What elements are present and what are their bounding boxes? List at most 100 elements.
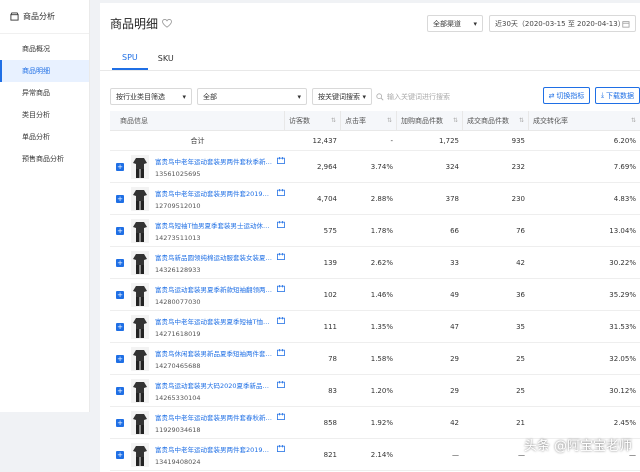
product-id: 14270465688 (155, 361, 201, 370)
sidebar-item-abnormal[interactable]: 异常商品 (0, 82, 89, 104)
date-range-picker[interactable]: 近30天（2020-03-15 至 2020-04-13） (489, 15, 636, 32)
sort-icon[interactable]: ⇅ (631, 117, 636, 124)
sidebar-item-category[interactable]: 类目分析 (0, 104, 89, 126)
cell-click-rate: 1.20% (370, 386, 393, 395)
channel-select[interactable]: 全部渠道 ▾ (427, 15, 483, 32)
switch-metrics-button[interactable]: ⇄ 切换指标 (543, 87, 590, 104)
product-thumbnail[interactable] (130, 442, 150, 467)
detail-icon[interactable] (277, 285, 285, 292)
product-thumbnail[interactable] (130, 186, 150, 211)
download-button[interactable]: ⤓ 下载数据 (595, 87, 640, 104)
product-info: 富贵鸟休闲套装男新品夏季短袖两件套运… 14270465688 (155, 348, 285, 370)
sidebar-item-label: 预售商品分析 (22, 155, 64, 163)
detail-icon[interactable] (277, 445, 285, 452)
table-row: + 富贵鸟运动套装男夏季新款短袖翻领两件… 14280077030 102 1.… (110, 279, 640, 311)
sidebar-item-single[interactable]: 单品分析 (0, 126, 89, 148)
cell-conversion: 31.53% (609, 322, 636, 331)
product-name-link[interactable]: 富贵鸟休闲套装男新品夏季短袖两件套运… (155, 348, 275, 358)
product-cell: + 富贵鸟休闲套装男新品夏季短袖两件套运… 14270465688 (110, 343, 285, 374)
product-thumbnail[interactable] (130, 250, 150, 275)
sort-icon[interactable]: ⇅ (519, 117, 524, 124)
product-name-link[interactable]: 富贵鸟中老年运动套装男两件套2019春秋… (155, 188, 275, 198)
expand-icon[interactable]: + (116, 418, 124, 427)
sidebar-item-label: 单品分析 (22, 133, 50, 141)
product-name-link[interactable]: 富贵鸟运动套装男夏季新款短袖翻领两件… (155, 284, 275, 294)
cell-cart-items: 49 (450, 290, 459, 299)
heart-icon[interactable] (162, 18, 172, 28)
detail-icon[interactable] (277, 157, 285, 164)
detail-icon[interactable] (277, 189, 285, 196)
sort-icon[interactable]: ⇅ (331, 117, 336, 124)
title-row: 商品明细 全部渠道 ▾ 近30天（2020-03-15 至 2020-04-13… (100, 3, 640, 43)
total-visitors: 12,437 (312, 136, 338, 145)
expand-icon[interactable]: + (116, 386, 124, 395)
tab-spu[interactable]: SPU (112, 53, 148, 70)
cell-visitors: 2,964 (316, 162, 337, 171)
sort-icon[interactable]: ⇅ (387, 117, 392, 124)
product-name-link[interactable]: 富贵鸟中老年运动套装男两件套2019秋冬… (155, 444, 275, 454)
product-name-link[interactable]: 富贵鸟短袖T恤男夏季套装男士运动休闲… (155, 220, 275, 230)
detail-icon[interactable] (277, 317, 285, 324)
product-name-link[interactable]: 富贵鸟中老年运动套装男两件套秋季新品… (155, 156, 275, 166)
product-name-link[interactable]: 富贵鸟中老年运动套装男两件套春秋新品… (155, 412, 275, 422)
table-row: + 富贵鸟休闲套装男新品夏季短袖两件套运… 14270465688 78 1.5… (110, 343, 640, 375)
product-name-link[interactable]: 富贵鸟运动套装男大码2020夏季新品短袖… (155, 380, 275, 390)
sidebar-item-overview[interactable]: 商品概况 (0, 38, 89, 60)
expand-icon[interactable]: + (116, 450, 124, 459)
total-deal-items: 935 (511, 136, 525, 145)
product-info: 富贵鸟运动套装男大码2020夏季新品短袖… 14265330104 (155, 380, 285, 402)
product-thumbnail[interactable] (130, 218, 150, 243)
expand-icon[interactable]: + (116, 194, 124, 203)
col-click-rate[interactable]: 点击率 ⇅ (341, 110, 397, 131)
cell-click-rate: 3.74% (370, 162, 393, 171)
expand-icon[interactable]: + (116, 258, 124, 267)
detail-icon[interactable] (277, 349, 285, 356)
sidebar-item-presale[interactable]: 预售商品分析 (0, 148, 89, 170)
col-conversion[interactable]: 成交转化率 ⇅ (529, 111, 640, 131)
cell-deal-items: — (518, 450, 525, 459)
cell-visitors: 139 (323, 258, 337, 267)
product-id: 14271618019 (155, 329, 201, 338)
sidebar-item-detail[interactable]: 商品明细 (0, 60, 89, 82)
keyword-mode-select[interactable]: 按关键词搜索 ▾ (312, 88, 372, 105)
col-deal-items[interactable]: 成交商品件数 ⇅ (463, 110, 529, 131)
table-row: + 富贵鸟新品圆领纯棉运动服套装女装夏季… 14326128933 139 2.… (110, 247, 640, 279)
search-placeholder: 输入关键词进行搜索 (387, 92, 450, 101)
product-info: 富贵鸟中老年运动套装男夏季短袖T恤短… 14271618019 (155, 316, 285, 338)
product-info: 富贵鸟新品圆领纯棉运动服套装女装夏季… 14326128933 (155, 252, 285, 274)
product-thumbnail[interactable] (130, 378, 150, 403)
expand-icon[interactable]: + (116, 226, 124, 235)
product-name-link[interactable]: 富贵鸟新品圆领纯棉运动服套装女装夏季… (155, 252, 275, 262)
download-label: 下载数据 (606, 91, 635, 100)
category-value-select[interactable]: 全部 ▾ (197, 88, 307, 105)
product-name-link[interactable]: 富贵鸟中老年运动套装男夏季短袖T恤短… (155, 316, 275, 326)
chevron-down-icon: ▾ (297, 92, 301, 101)
cell-visitors: 83 (328, 386, 337, 395)
product-thumbnail[interactable] (130, 282, 150, 307)
tab-sku[interactable]: SKU (148, 54, 184, 70)
sidebar-item-label: 类目分析 (22, 111, 50, 119)
watermark: 头条 @阿宝宝老师 (523, 439, 632, 454)
sort-icon[interactable]: ⇅ (453, 117, 458, 124)
download-icon: ⤓ (600, 91, 605, 99)
detail-icon[interactable] (277, 381, 285, 388)
cell-click-rate: 1.58% (370, 354, 393, 363)
detail-icon[interactable] (277, 413, 285, 420)
cell-cart-items: 378 (445, 194, 459, 203)
cell-click-rate: 1.46% (370, 290, 393, 299)
category-filter-select[interactable]: 按行业类目筛选 ▾ (110, 88, 192, 105)
expand-icon[interactable]: + (116, 290, 124, 299)
product-thumbnail[interactable] (130, 346, 150, 371)
product-thumbnail[interactable] (130, 154, 150, 179)
cell-conversion: 30.12% (609, 386, 636, 395)
search-input[interactable]: 输入关键词进行搜索 (376, 88, 462, 105)
expand-icon[interactable]: + (116, 354, 124, 363)
detail-icon[interactable] (277, 221, 285, 228)
expand-icon[interactable]: + (116, 162, 124, 171)
detail-icon[interactable] (277, 253, 285, 260)
expand-icon[interactable]: + (116, 322, 124, 331)
col-visitors[interactable]: 访客数 ⇅ (285, 110, 341, 131)
product-thumbnail[interactable] (130, 314, 150, 339)
col-cart-items[interactable]: 加购商品件数 ⇅ (397, 110, 463, 131)
product-thumbnail[interactable] (130, 410, 150, 435)
